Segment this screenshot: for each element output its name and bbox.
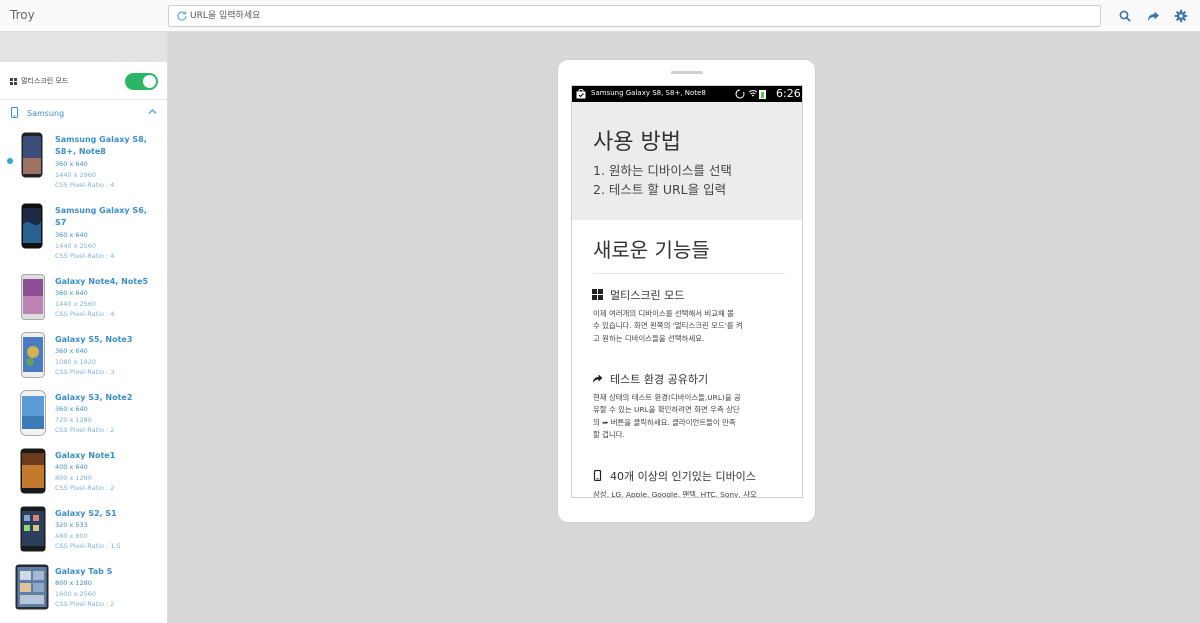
howto-step: 2. 테스트 할 URL을 입력 bbox=[593, 182, 727, 197]
device-pixel-ratio: CSS Pixel-Ratio : 4 bbox=[55, 181, 115, 189]
device-resolution: 1080 x 1920 bbox=[55, 358, 97, 366]
device-group-label: Samsung bbox=[27, 109, 65, 118]
url-input[interactable] bbox=[190, 8, 1070, 24]
sidebar: 멀티스크린 모드 Samsung Samsung Galaxy S8, S8+,… bbox=[0, 32, 168, 623]
device-viewport: 400 x 640 bbox=[55, 463, 88, 471]
device-viewport: 360 x 640 bbox=[55, 160, 88, 168]
top-bar: Troy bbox=[0, 0, 1200, 32]
howto-title: 사용 방법 bbox=[593, 130, 681, 155]
device-name: Galaxy Note1 bbox=[55, 451, 116, 460]
device-item-galaxy-s8[interactable]: Samsung Galaxy S8, S8+, Note8 360 x 640 … bbox=[0, 128, 167, 198]
status-icons bbox=[735, 89, 766, 99]
feature-description: 이제 여러개의 디바이스를 선택해서 비교해 볼 수 있습니다. 화면 왼쪽의 … bbox=[593, 309, 743, 343]
device-item-galaxy-note4[interactable]: Galaxy Note4, Note5 360 x 640 1440 x 256… bbox=[0, 272, 167, 328]
status-bar: Samsung Galaxy S8, S8+, Note8 6:26 bbox=[572, 86, 802, 102]
device-name: Galaxy Tab S bbox=[55, 567, 113, 576]
device-thumbnail bbox=[21, 274, 45, 320]
device-resolution: 800 x 1280 bbox=[55, 474, 92, 482]
search-icon[interactable] bbox=[1118, 9, 1132, 23]
device-name: Samsung Galaxy S8, S8+, Note8 bbox=[55, 135, 147, 156]
device-pixel-ratio: CSS Pixel-Ratio : 1.5 bbox=[55, 542, 121, 550]
phone-speaker bbox=[671, 71, 703, 74]
device-thumbnail bbox=[21, 332, 45, 378]
device-item-galaxy-s5[interactable]: Galaxy S5, Note3 360 x 640 1080 x 1920 C… bbox=[0, 330, 167, 386]
grid-icon bbox=[10, 78, 17, 85]
mobile-icon bbox=[11, 107, 18, 118]
device-resolution: 1440 x 2960 bbox=[55, 171, 97, 179]
multiscreen-toggle-row: 멀티스크린 모드 bbox=[0, 62, 167, 100]
device-pixel-ratio: CSS Pixel-Ratio : 4 bbox=[55, 310, 115, 318]
status-bar-title: Samsung Galaxy S8, S8+, Note8 bbox=[591, 89, 706, 97]
gear-icon[interactable] bbox=[1174, 9, 1188, 23]
device-resolution: 1440 x 2560 bbox=[55, 242, 97, 250]
device-pixel-ratio: CSS Pixel-Ratio : 2 bbox=[55, 426, 115, 434]
multiscreen-label: 멀티스크린 모드 bbox=[21, 77, 69, 85]
device-viewport: 360 x 640 bbox=[55, 231, 88, 239]
device-pixel-ratio: CSS Pixel-Ratio : 3 bbox=[55, 368, 115, 376]
device-pixel-ratio: CSS Pixel-Ratio : 2 bbox=[55, 484, 115, 492]
mobile-icon bbox=[593, 470, 602, 481]
device-thumbnail bbox=[20, 448, 46, 494]
feature-description: 현재 상태의 테스트 환경(디바이스들,URL)을 공 유할 수 있는 URL을… bbox=[593, 393, 741, 440]
device-group-samsung[interactable]: Samsung bbox=[0, 100, 167, 126]
device-viewport: 320 x 533 bbox=[55, 521, 88, 529]
device-viewport: 360 x 640 bbox=[55, 289, 88, 297]
device-viewport: 360 x 640 bbox=[55, 405, 88, 413]
device-item-galaxy-s3[interactable]: Galaxy S3, Note2 360 x 640 720 x 1280 CS… bbox=[0, 388, 167, 444]
new-features-title: 새로운 기능들 bbox=[593, 238, 710, 262]
device-item-galaxy-tab-s[interactable]: Galaxy Tab S 800 x 1280 1600 x 2560 CSS … bbox=[0, 562, 167, 618]
device-resolution: 1600 x 2560 bbox=[55, 590, 97, 598]
device-thumbnail bbox=[21, 203, 43, 249]
url-bar[interactable] bbox=[168, 5, 1101, 27]
device-pixel-ratio: CSS Pixel-Ratio : 2 bbox=[55, 600, 115, 608]
device-viewport: 800 x 1280 bbox=[55, 579, 92, 587]
toggle-knob bbox=[143, 75, 156, 88]
share-icon[interactable] bbox=[1146, 9, 1160, 23]
refresh-icon[interactable] bbox=[176, 10, 188, 22]
feature-description: 삼성, LG, Apple, Google, 팬텍, HTC, Sony, 샤오 bbox=[593, 490, 757, 498]
device-item-galaxy-s6[interactable]: Samsung Galaxy S6, S7 360 x 640 1440 x 2… bbox=[0, 199, 167, 269]
device-item-galaxy-note1[interactable]: Galaxy Note1 400 x 640 800 x 1280 CSS Pi… bbox=[0, 446, 167, 502]
chevron-up-icon[interactable] bbox=[148, 108, 157, 115]
status-bar-time: 6:26 bbox=[776, 87, 801, 100]
device-preview-frame: Samsung Galaxy S8, S8+, Note8 6:26 사용 방법… bbox=[557, 59, 816, 523]
device-name: Galaxy S2, S1 bbox=[55, 509, 117, 518]
grid-icon bbox=[592, 289, 603, 300]
device-resolution: 720 x 1280 bbox=[55, 416, 92, 424]
device-name: Galaxy S3, Note2 bbox=[55, 393, 133, 402]
device-thumbnail bbox=[21, 132, 43, 178]
share-icon bbox=[593, 374, 603, 383]
device-thumbnail bbox=[15, 564, 49, 610]
device-viewport: 360 x 640 bbox=[55, 347, 88, 355]
selected-indicator bbox=[7, 158, 13, 164]
sidebar-header bbox=[0, 32, 167, 62]
howto-step: 1. 원하는 디바이스를 선택 bbox=[593, 163, 732, 178]
device-name: Galaxy S5, Note3 bbox=[55, 335, 133, 344]
divider bbox=[593, 273, 785, 274]
device-thumbnail bbox=[20, 390, 46, 436]
device-item-galaxy-s2[interactable]: Galaxy S2, S1 320 x 533 480 x 800 CSS Pi… bbox=[0, 504, 167, 560]
app-title: Troy bbox=[10, 8, 35, 22]
device-name: Samsung Galaxy S6, S7 bbox=[55, 206, 147, 227]
device-screen[interactable]: Samsung Galaxy S8, S8+, Note8 6:26 사용 방법… bbox=[571, 85, 803, 498]
device-resolution: 1440 x 2560 bbox=[55, 300, 97, 308]
howto-section: 사용 방법 1. 원하는 디바이스를 선택 2. 테스트 할 URL을 입력 bbox=[572, 102, 802, 220]
multiscreen-toggle[interactable] bbox=[125, 73, 158, 90]
device-pixel-ratio: CSS Pixel-Ratio : 4 bbox=[55, 252, 115, 260]
device-thumbnail bbox=[20, 506, 46, 552]
device-name: Galaxy Note4, Note5 bbox=[55, 277, 149, 286]
device-resolution: 480 x 800 bbox=[55, 532, 88, 540]
store-bag-icon bbox=[576, 89, 586, 99]
